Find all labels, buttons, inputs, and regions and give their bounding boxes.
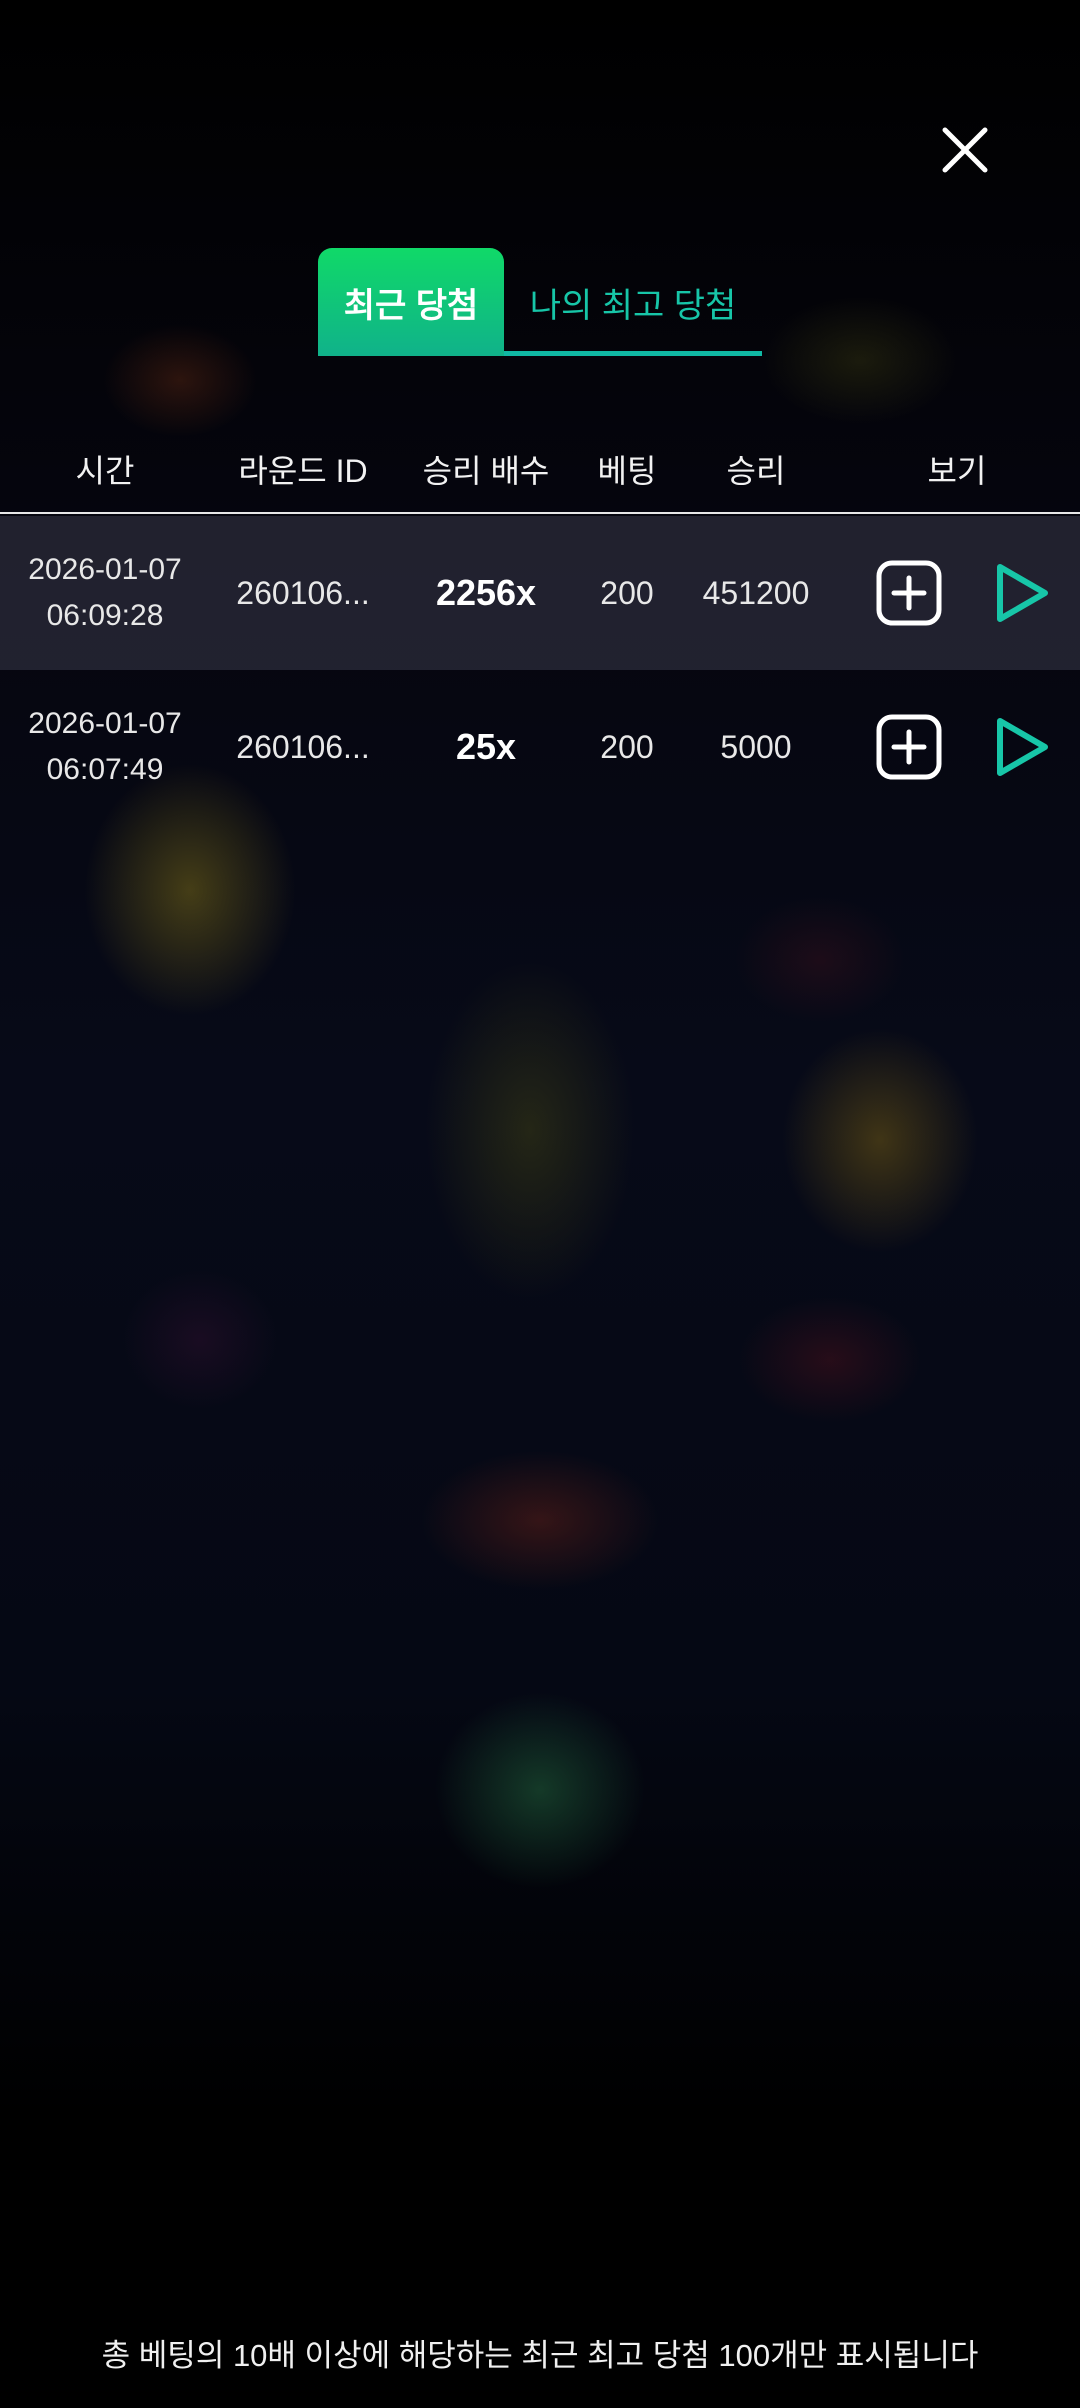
close-button[interactable] [935, 120, 995, 180]
row-bet: 200 [600, 728, 654, 765]
header-multiplier: 승리 배수 [422, 453, 550, 489]
row-multiplier: 25x [455, 726, 517, 767]
header-time: 시간 [75, 453, 135, 489]
play-icon [997, 564, 1048, 622]
table-row[interactable]: 2026-01-07 06:07:49 260106... 25x 200 50… [0, 670, 1080, 824]
tab-my-best-wins[interactable]: 나의 최고 당첨 [504, 248, 762, 356]
table-header: 시간 라운드 ID 승리 배수 베팅 승리 보기 [0, 432, 1080, 514]
play-button[interactable] [984, 558, 1054, 628]
row-time-cell: 2026-01-07 06:09:28 [0, 516, 210, 670]
row-win: 451200 [702, 574, 810, 611]
row-win: 5000 [720, 728, 792, 765]
play-button[interactable] [984, 712, 1054, 782]
blurred-background [0, 0, 1080, 2408]
row-round-id: 260106... [236, 574, 370, 611]
recent-wins-screen: 최근 당첨 나의 최고 당첨 시간 라운드 ID 승리 배수 베팅 승리 보기 … [0, 0, 1080, 2408]
plus-square-icon [876, 714, 942, 780]
row-bet: 200 [600, 574, 654, 611]
header-bet: 베팅 [597, 453, 657, 489]
header-win: 승리 [726, 453, 786, 489]
table-row[interactable]: 2026-01-07 06:09:28 260106... 2256x 200 … [0, 516, 1080, 670]
row-date: 2026-01-07 [28, 553, 182, 586]
header-round-id: 라운드 ID [238, 453, 368, 489]
row-time: 06:07:49 [46, 753, 164, 786]
close-icon [942, 127, 988, 173]
add-button[interactable] [874, 558, 944, 628]
row-round-id: 260106... [236, 728, 370, 765]
row-date: 2026-01-07 [28, 707, 182, 740]
tab-bar: 최근 당첨 나의 최고 당첨 [318, 248, 762, 356]
header-view: 보기 [927, 453, 987, 489]
row-multiplier: 2256x [435, 572, 537, 613]
play-icon [997, 718, 1048, 776]
tab-recent-wins[interactable]: 최근 당첨 [318, 248, 504, 356]
row-time: 06:09:28 [46, 599, 164, 632]
footer-note: 총 베팅의 10배 이상에 해당하는 최근 최고 당첨 100개만 표시됩니다 [101, 2338, 979, 2373]
add-button[interactable] [874, 712, 944, 782]
row-time-cell: 2026-01-07 06:07:49 [0, 670, 210, 824]
plus-square-icon [876, 560, 942, 626]
